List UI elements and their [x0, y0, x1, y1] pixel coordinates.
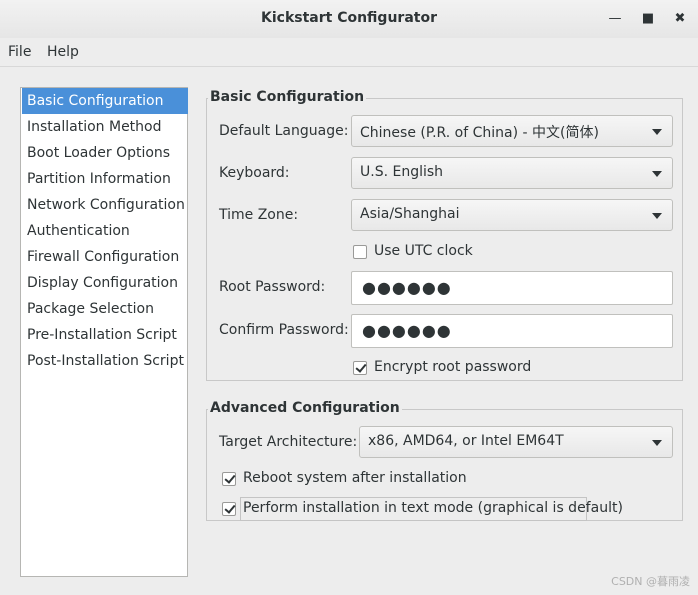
confirm-password-label: Confirm Password:	[219, 322, 349, 338]
title-bar: Kickstart Configurator — ■ ✖	[0, 0, 698, 39]
confirm-password-value: ●●●●●●	[362, 321, 452, 340]
sidebar-item-network-configuration[interactable]: Network Configuration	[22, 192, 188, 218]
sidebar-item-post-installation-script[interactable]: Post-Installation Script	[22, 348, 188, 374]
keyboard-label: Keyboard:	[219, 165, 290, 181]
sidebar-item-basic-configuration[interactable]: Basic Configuration	[22, 88, 188, 114]
encrypt-password-label[interactable]: Encrypt root password	[374, 359, 531, 375]
time-zone-label: Time Zone:	[219, 207, 299, 223]
chevron-down-icon	[652, 171, 662, 177]
text-mode-label[interactable]: Perform installation in text mode (graph…	[243, 500, 623, 516]
menu-bar: File Help	[0, 38, 698, 67]
confirm-password-field[interactable]: ●●●●●●	[351, 314, 673, 348]
basic-configuration-title: Basic Configuration	[208, 89, 367, 105]
keyboard-value: U.S. English	[360, 164, 444, 180]
default-language-label: Default Language:	[219, 123, 349, 139]
chevron-down-icon	[652, 440, 662, 446]
root-password-label: Root Password:	[219, 279, 326, 295]
chevron-down-icon	[652, 129, 662, 135]
chevron-down-icon	[652, 213, 662, 219]
window-title: Kickstart Configurator	[261, 10, 437, 26]
time-zone-value: Asia/Shanghai	[360, 206, 460, 222]
sidebar-item-pre-installation-script[interactable]: Pre-Installation Script	[22, 322, 188, 348]
root-password-field[interactable]: ●●●●●●	[351, 271, 673, 305]
sidebar-item-authentication[interactable]: Authentication	[22, 218, 188, 244]
menu-help[interactable]: Help	[47, 44, 79, 60]
target-architecture-value: x86, AMD64, or Intel EM64T	[368, 433, 564, 449]
sidebar: Basic Configuration Installation Method …	[20, 87, 188, 577]
sidebar-item-firewall-configuration[interactable]: Firewall Configuration	[22, 244, 188, 270]
keyboard-dropdown[interactable]: U.S. English	[351, 157, 673, 189]
target-architecture-dropdown[interactable]: x86, AMD64, or Intel EM64T	[359, 426, 673, 458]
utc-clock-label[interactable]: Use UTC clock	[374, 243, 473, 259]
text-mode-checkbox[interactable]	[222, 502, 236, 516]
reboot-checkbox[interactable]	[222, 472, 236, 486]
time-zone-dropdown[interactable]: Asia/Shanghai	[351, 199, 673, 231]
utc-clock-checkbox[interactable]	[353, 245, 367, 259]
reboot-label[interactable]: Reboot system after installation	[243, 470, 467, 486]
close-icon[interactable]: ✖	[670, 9, 690, 29]
sidebar-item-package-selection[interactable]: Package Selection	[22, 296, 188, 322]
watermark: CSDN @暮雨凌	[611, 575, 690, 588]
default-language-value: Chinese (P.R. of China) - 中文(简体)	[360, 125, 599, 141]
maximize-icon[interactable]: ■	[638, 9, 658, 29]
encrypt-password-checkbox[interactable]	[353, 361, 367, 375]
minimize-icon[interactable]: —	[605, 9, 625, 29]
sidebar-item-display-configuration[interactable]: Display Configuration	[22, 270, 188, 296]
default-language-dropdown[interactable]: Chinese (P.R. of China) - 中文(简体)	[351, 115, 673, 147]
sidebar-item-partition-information[interactable]: Partition Information	[22, 166, 188, 192]
advanced-configuration-title: Advanced Configuration	[208, 400, 402, 416]
target-architecture-label: Target Architecture:	[219, 434, 358, 450]
sidebar-item-installation-method[interactable]: Installation Method	[22, 114, 188, 140]
sidebar-item-boot-loader-options[interactable]: Boot Loader Options	[22, 140, 188, 166]
menu-file[interactable]: File	[8, 44, 31, 60]
root-password-value: ●●●●●●	[362, 278, 452, 297]
